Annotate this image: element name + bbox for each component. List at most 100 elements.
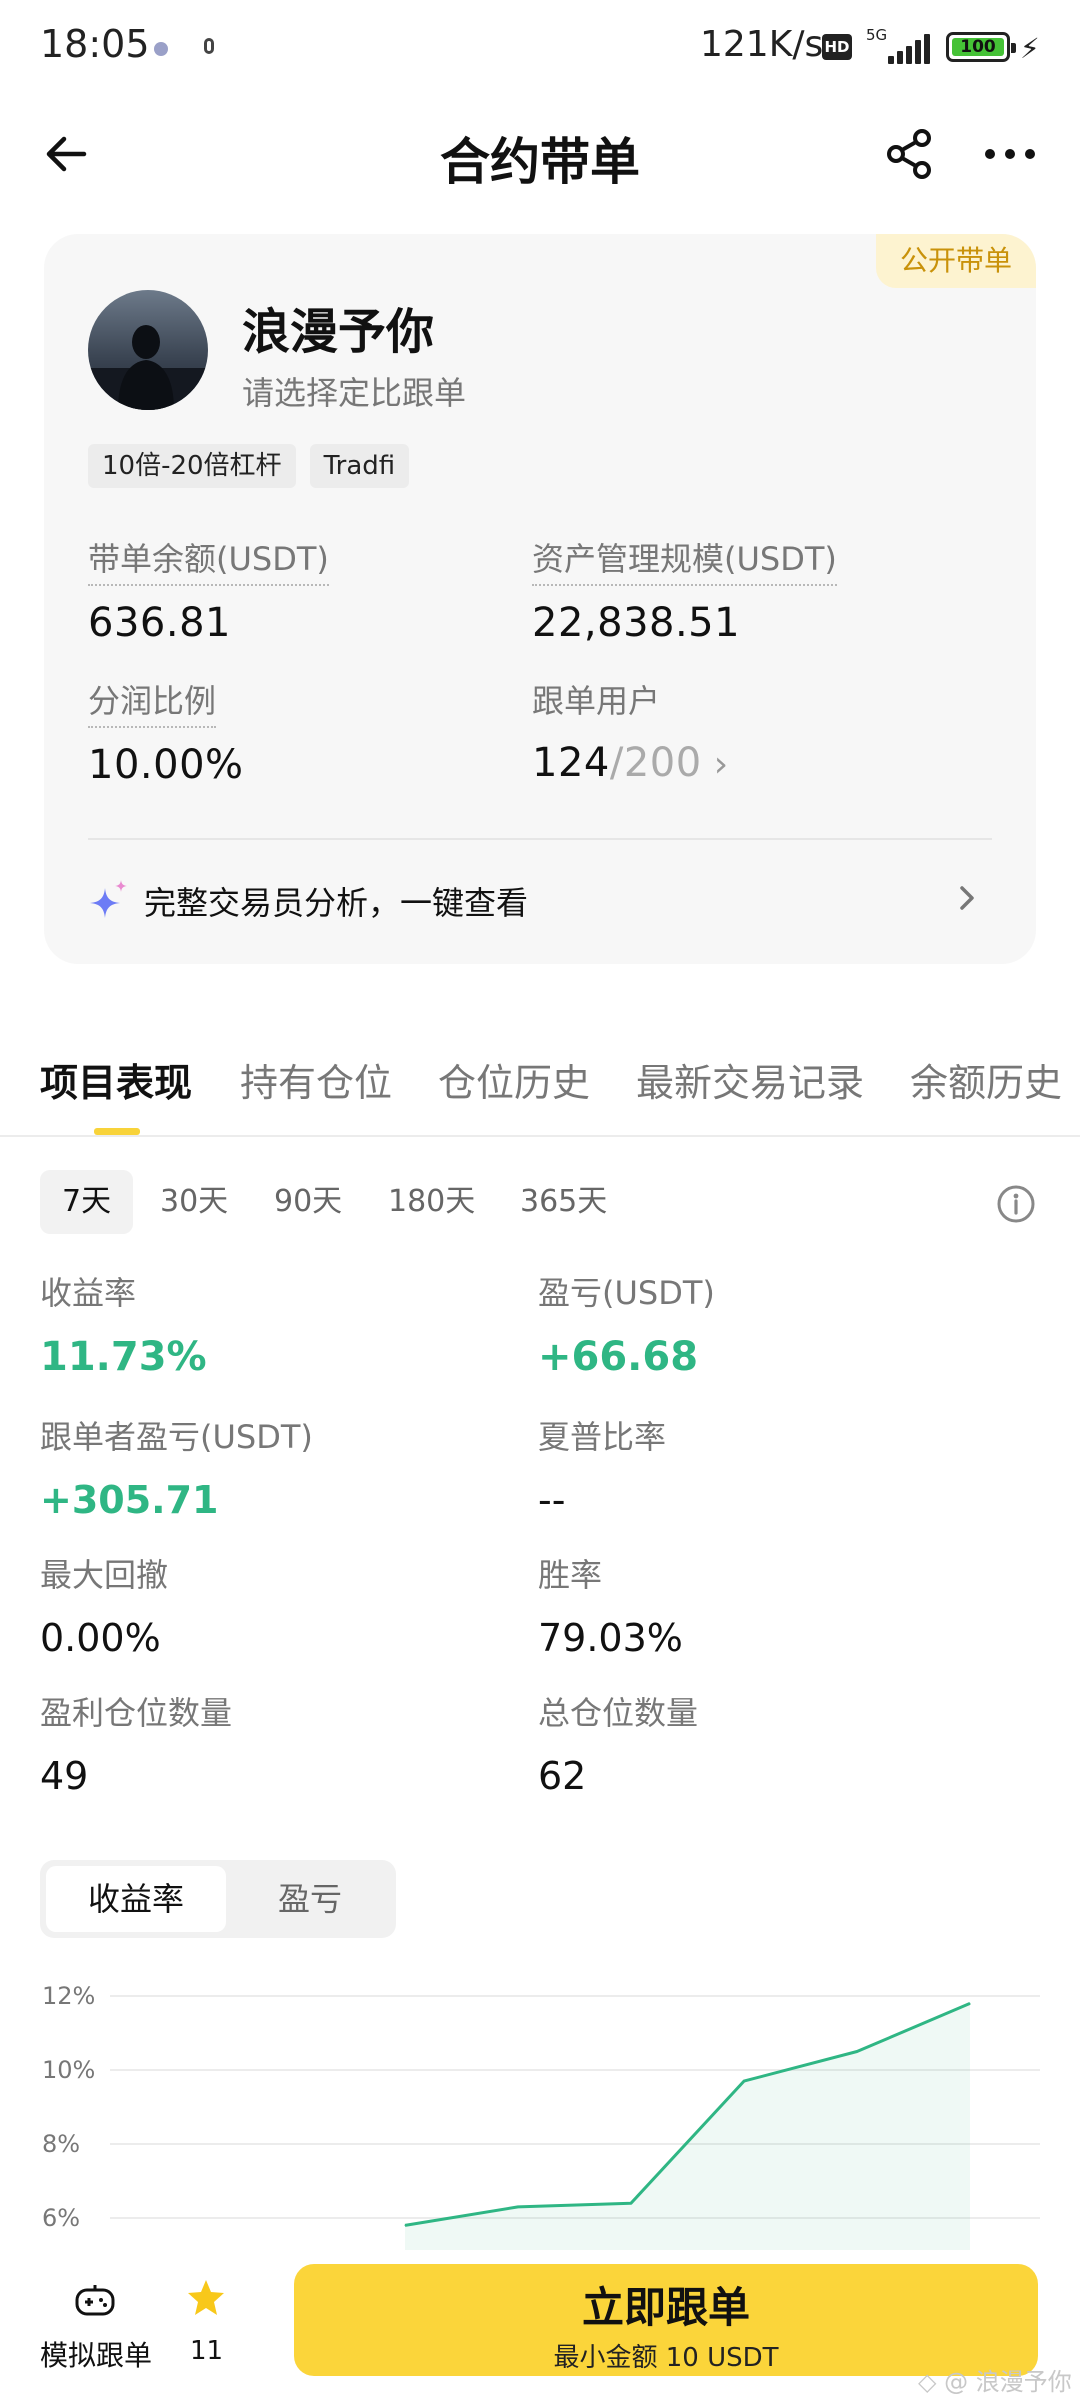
star-count: 11 <box>190 2336 224 2366</box>
analysis-text: 完整交易员分析，一键查看 <box>144 884 529 922</box>
metric-label: 最大回撤 <box>40 1556 169 1594</box>
status-time: 18:05 <box>40 22 150 66</box>
notification-dot-icon <box>154 42 168 56</box>
signal-icon <box>888 34 932 64</box>
share-icon[interactable] <box>880 124 940 184</box>
tab-position-history[interactable]: 仓位历史 <box>438 1052 590 1107</box>
period-90d[interactable]: 90天 <box>252 1170 364 1234</box>
tab-divider <box>0 1135 1080 1137</box>
chevron-right-icon: › <box>713 744 729 785</box>
roi-chart: 12% 10% 8% 6% <box>0 1950 1080 2250</box>
period-365d[interactable]: 365天 <box>498 1170 629 1234</box>
metric-win-rate: 胜率 79.03% <box>538 1550 683 1660</box>
stat-followers[interactable]: 跟单用户 124/200 › <box>532 676 729 786</box>
metric-label: 夏普比率 <box>538 1418 667 1456</box>
metric-pnl: 盈亏(USDT) +66.68 <box>538 1268 715 1380</box>
network-type: 5G <box>866 26 888 44</box>
stat-aum: 资产管理规模(USDT) 22,838.51 <box>532 534 837 646</box>
follow-now-button[interactable]: 立即跟单 最小金额 10 USDT <box>294 2264 1038 2376</box>
tab-positions[interactable]: 持有仓位 <box>240 1052 392 1107</box>
top-bar: 合约带单 <box>0 96 1080 214</box>
roi-chart-svg: 12% 10% 8% 6% <box>42 1982 1040 2250</box>
metric-value: +66.68 <box>538 1334 699 1380</box>
roi-point <box>743 2080 745 2082</box>
metric-win-positions: 盈利仓位数量 49 <box>40 1688 232 1798</box>
metric-total-positions: 总仓位数量 62 <box>538 1688 698 1798</box>
chart-toggle: 收益率 盈亏 <box>40 1860 396 1938</box>
avatar[interactable] <box>88 290 208 410</box>
stat-label[interactable]: 分润比例 <box>88 676 217 728</box>
star-icon[interactable] <box>186 2278 226 2318</box>
y-tick-label: 6% <box>42 2204 80 2232</box>
toggle-pnl[interactable]: 盈亏 <box>230 1866 390 1932</box>
metric-label: 收益率 <box>40 1274 137 1312</box>
stat-label[interactable]: 带单余额(USDT) <box>88 534 329 586</box>
toggle-roi[interactable]: 收益率 <box>46 1866 226 1932</box>
follow-button-label: 立即跟单 <box>581 2283 750 2332</box>
more-icon[interactable] <box>980 124 1040 184</box>
battery-level: 100 <box>952 38 1004 57</box>
metric-label: 胜率 <box>538 1556 603 1594</box>
metric-sharpe: 夏普比率 -- <box>538 1412 666 1522</box>
followers-current: 124 <box>532 740 610 786</box>
tab-latest-trades[interactable]: 最新交易记录 <box>636 1052 864 1107</box>
roi-point <box>404 2224 406 2226</box>
bottom-bar: 模拟跟单 11 立即跟单 最小金额 10 USDT ◇ @ 浪漫予你 <box>0 2250 1080 2400</box>
y-tick-label: 10% <box>42 2056 95 2084</box>
metric-value: 0.00% <box>40 1616 161 1660</box>
period-30d[interactable]: 30天 <box>138 1170 250 1234</box>
metric-value: 11.73% <box>40 1334 207 1380</box>
metric-label: 盈亏(USDT) <box>538 1274 715 1312</box>
metric-label: 盈利仓位数量 <box>40 1694 233 1732</box>
stat-value: 636.81 <box>88 600 231 646</box>
y-tick-label: 12% <box>42 1982 95 2010</box>
network-speed: 121K/s <box>700 24 824 65</box>
roi-point <box>969 2002 971 2004</box>
battery-icon: 100 <box>946 32 1016 62</box>
demo-follow-label[interactable]: 模拟跟单 <box>40 2334 152 2374</box>
watermark: ◇ @ 浪漫予你 <box>918 2368 1072 2396</box>
stat-balance: 带单余额(USDT) 636.81 <box>88 534 329 646</box>
stat-value: 124/200 › <box>532 740 729 786</box>
metric-value: 79.03% <box>538 1616 683 1660</box>
gamepad-icon[interactable] <box>74 2280 116 2322</box>
tag-leverage: 10倍-20倍杠杆 <box>88 444 296 488</box>
metric-follower-pnl: 跟单者盈亏(USDT) +305.71 <box>40 1412 313 1522</box>
trader-analysis-link[interactable]: 完整交易员分析，一键查看 <box>88 856 992 948</box>
charging-icon: ⚡ <box>1020 32 1040 65</box>
tab-balance-history[interactable]: 余额历史 <box>910 1052 1062 1107</box>
tab-performance[interactable]: 项目表现 <box>40 1052 192 1107</box>
period-180d[interactable]: 180天 <box>366 1170 497 1234</box>
notification-lock-icon <box>204 38 214 54</box>
metric-roi: 收益率 11.73% <box>40 1268 207 1380</box>
metric-value: 62 <box>538 1754 587 1798</box>
y-tick-label: 8% <box>42 2130 80 2158</box>
status-bar: 18:05 121K/s HD 5G 100 ⚡ <box>0 0 1080 96</box>
metric-label: 跟单者盈亏(USDT) <box>40 1418 313 1456</box>
info-icon[interactable] <box>996 1184 1036 1224</box>
metric-value: 49 <box>40 1754 89 1798</box>
trader-subtitle: 请选择定比跟单 <box>242 374 467 412</box>
metric-max-drawdown: 最大回撤 0.00% <box>40 1550 168 1660</box>
sparkle-icon <box>88 878 132 922</box>
metric-value: -- <box>538 1478 566 1522</box>
hd-badge: HD <box>822 34 852 60</box>
stat-label[interactable]: 资产管理规模(USDT) <box>532 534 837 586</box>
divider <box>88 838 992 840</box>
metric-value: +305.71 <box>40 1478 219 1522</box>
followers-max: /200 <box>609 740 702 786</box>
public-badge: 公开带单 <box>875 234 1036 288</box>
tag-tradfi: Tradfi <box>309 444 410 488</box>
roi-point <box>630 2202 632 2204</box>
roi-point <box>517 2206 519 2208</box>
chevron-right-icon <box>952 878 982 918</box>
stat-value: 10.00% <box>88 742 244 788</box>
trader-name: 浪漫予你 <box>242 304 435 360</box>
roi-point <box>856 2051 858 2052</box>
tab-indicator <box>94 1128 140 1135</box>
metric-label: 总仓位数量 <box>538 1694 699 1732</box>
stat-value: 22,838.51 <box>532 600 741 646</box>
tag-list: 10倍-20倍杠杆 Tradfi <box>88 444 410 488</box>
period-7d[interactable]: 7天 <box>40 1170 134 1234</box>
trader-card: 公开带单 浪漫予你 请选择定比跟单 10倍-20倍杠杆 Tradfi 带单余额(… <box>44 234 1036 964</box>
